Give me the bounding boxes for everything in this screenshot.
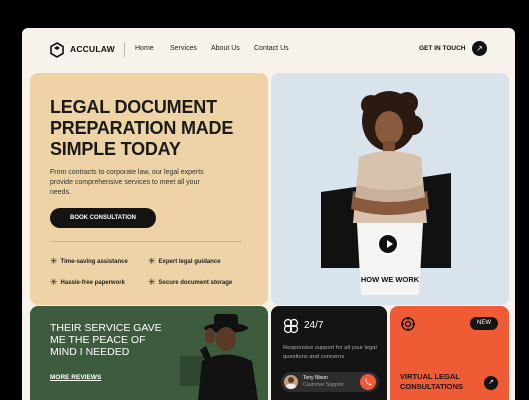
virtual-consultations-title: VIRTUAL LEGAL CONSULTATIONS <box>400 372 463 391</box>
phone-icon[interactable] <box>360 374 376 390</box>
page-frame: ACCULAW Home Services About Us Contact U… <box>22 28 515 400</box>
compass-icon <box>401 317 415 331</box>
testimonial-text: THEIR SERVICE GAVE ME THE PEACE OF MIND … <box>50 322 162 358</box>
arrow-up-right-icon[interactable]: ↗ <box>472 41 487 56</box>
feature-item: ✳ Time-saving assistance <box>50 256 128 266</box>
support-card: 24/7 Responsive support for all your leg… <box>271 306 387 400</box>
play-button[interactable] <box>377 233 399 255</box>
asterisk-icon: ✳ <box>148 277 156 287</box>
avatar <box>284 375 298 389</box>
agent-name: Tony Nixon <box>303 375 328 381</box>
testimonial-card: THEIR SERVICE GAVE ME THE PEACE OF MIND … <box>30 306 268 400</box>
support-title: 24/7 <box>304 320 324 331</box>
hero-divider <box>50 241 242 242</box>
asterisk-icon: ✳ <box>50 277 58 287</box>
hero-title: LEGAL DOCUMENT PREPARATION MADE SIMPLE T… <box>50 97 234 159</box>
feature-item: ✳ Hassle-free paperwork <box>50 277 125 287</box>
top-nav: ACCULAW Home Services About Us Contact U… <box>22 28 515 70</box>
arrow-up-right-icon[interactable]: ↗ <box>484 376 498 390</box>
get-in-touch-link[interactable]: GET IN TOUCH <box>419 45 465 52</box>
support-description: Responsive support for all your legal qu… <box>283 345 377 360</box>
hero-panel: LEGAL DOCUMENT PREPARATION MADE SIMPLE T… <box>30 73 268 305</box>
asterisk-icon: ✳ <box>148 256 156 266</box>
asterisk-icon: ✳ <box>50 256 58 266</box>
hero-description: From contracts to corporate law, our leg… <box>50 169 204 196</box>
nav-link-services[interactable]: Services <box>170 45 197 52</box>
nav-link-contact[interactable]: Contact Us <box>254 45 289 52</box>
woman-portrait <box>351 91 429 295</box>
nav-link-about[interactable]: About Us <box>211 45 240 52</box>
more-reviews-link[interactable]: MORE REVIEWS <box>50 374 101 381</box>
book-consultation-button[interactable]: BOOK CONSULTATION <box>50 208 156 228</box>
clover-icon <box>283 318 299 334</box>
brand-name[interactable]: ACCULAW <box>70 44 115 54</box>
virtual-consultations-card[interactable]: NEW VIRTUAL LEGAL CONSULTATIONS ↗ <box>390 306 509 400</box>
how-we-work-label[interactable]: HOW WE WORK <box>271 275 509 284</box>
video-panel[interactable]: HOW WE WORK <box>271 73 509 305</box>
nav-divider <box>124 42 125 57</box>
new-badge: NEW <box>470 317 498 330</box>
feature-item: ✳ Expert legal guidance <box>148 256 221 266</box>
man-portrait <box>180 314 258 400</box>
logo-icon <box>50 42 64 58</box>
support-agent[interactable]: Tony Nixon Customer Support <box>281 372 379 392</box>
nav-link-home[interactable]: Home <box>135 45 154 52</box>
agent-role: Customer Support <box>303 382 344 388</box>
feature-item: ✳ Secure document storage <box>148 277 233 287</box>
